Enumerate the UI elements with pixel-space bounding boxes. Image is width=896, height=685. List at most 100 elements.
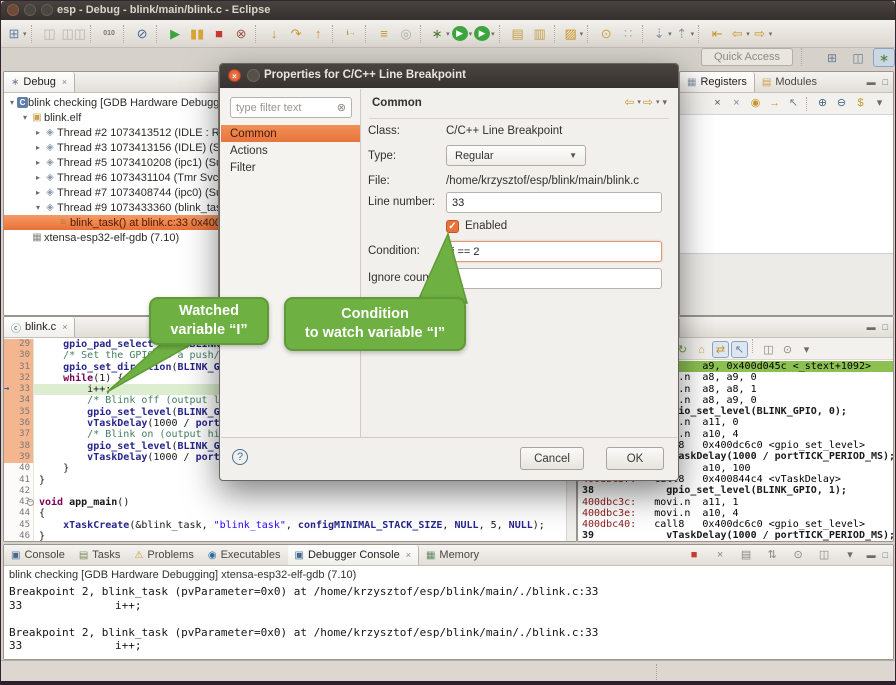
profile-button[interactable]: ◎: [396, 23, 416, 45]
debug-tree-item[interactable]: ▸◈Thread #7 1073408744 (ipc0) (Suspended…: [4, 185, 218, 200]
tree-expander-icon[interactable]: ▸: [33, 158, 43, 167]
run-button[interactable]: ▶▾: [452, 23, 473, 45]
cast-to-type-icon[interactable]: →: [766, 95, 783, 112]
remove-all-icon[interactable]: ×: [728, 95, 745, 112]
pin-view-icon[interactable]: ⊙: [779, 342, 796, 359]
debug-tree-item[interactable]: ▸◈Thread #3 1073413156 (IDLE) (Suspended…: [4, 140, 218, 155]
tree-expander-icon[interactable]: ▾: [20, 113, 30, 122]
line-number-field[interactable]: [446, 192, 662, 213]
code-line[interactable]: {: [34, 508, 566, 519]
add-register-group-icon[interactable]: ⊕: [814, 95, 831, 112]
back-button[interactable]: ⇦▾: [729, 23, 750, 45]
save-button[interactable]: ◫: [40, 23, 60, 45]
debug-tree-item[interactable]: ▾▣blink.elf: [4, 110, 218, 125]
mark-occurrences-button[interactable]: ▨▾: [563, 23, 584, 45]
debug-tree-item[interactable]: ≡blink_task() at blink.c:33 0x400dbc24: [4, 215, 218, 230]
forward-button[interactable]: ⇨▾: [752, 23, 773, 45]
view-menu-icon[interactable]: ▾: [798, 342, 815, 359]
fold-minus-icon[interactable]: −: [27, 499, 34, 506]
terminate-console-icon[interactable]: ■: [686, 547, 703, 564]
maximize-icon[interactable]: □: [883, 550, 888, 560]
number-format-icon[interactable]: $: [852, 95, 869, 112]
window-maximize-button[interactable]: [41, 4, 53, 16]
editor-gutter[interactable]: 39: [4, 452, 34, 463]
code-line[interactable]: }: [34, 531, 566, 541]
dialog-nav-common[interactable]: Common: [221, 125, 360, 142]
editor-gutter[interactable]: 30: [4, 350, 34, 361]
editor-gutter[interactable]: 41: [4, 475, 34, 486]
enabled-checkbox[interactable]: ✓: [446, 220, 459, 233]
follow-cursor-icon[interactable]: ↖: [731, 341, 748, 358]
editor-gutter[interactable]: 34: [4, 395, 34, 406]
debug-tree-item[interactable]: ▸◈Thread #6 1073431104 (Tmr Svc) (Suspen…: [4, 170, 218, 185]
tree-expander-icon[interactable]: ▸: [33, 173, 43, 182]
dialog-nav-filter[interactable]: Filter: [221, 159, 360, 176]
debug-tree-item[interactable]: ▸◈Thread #5 1073410208 (ipc1) (Suspended…: [4, 155, 218, 170]
type-select[interactable]: Regular ▼: [446, 145, 586, 166]
tab-debug[interactable]: ∗ Debug ×: [4, 72, 75, 92]
dialog-close-button[interactable]: ×: [228, 69, 241, 82]
open-resource-button[interactable]: ▥: [530, 23, 550, 45]
window-close-button[interactable]: [7, 4, 19, 16]
tab-debugger-console[interactable]: ▣Debugger Console×: [288, 545, 419, 565]
tab-blink-c[interactable]: ⓒ blink.c ×: [4, 317, 75, 337]
tree-expander-icon[interactable]: ▸: [33, 143, 43, 152]
search-button[interactable]: ⊙: [596, 23, 616, 45]
help-icon[interactable]: ?: [232, 449, 248, 465]
editor-gutter[interactable]: 32: [4, 373, 34, 384]
minimize-icon[interactable]: ▬: [867, 550, 876, 560]
open-new-view-icon[interactable]: ◫: [760, 342, 777, 359]
scroll-lock-icon[interactable]: ⇅: [764, 547, 781, 564]
previous-annotation-button[interactable]: ⇡▾: [674, 23, 695, 45]
code-line[interactable]: void app_main(): [34, 497, 566, 508]
window-minimize-button[interactable]: [24, 4, 36, 16]
ignore-count-field[interactable]: [446, 268, 662, 289]
filter-input[interactable]: type filter text ⊗: [230, 97, 352, 118]
next-annotation-button[interactable]: ⇣▾: [651, 23, 672, 45]
editor-gutter[interactable]: 40: [4, 463, 34, 474]
debug-perspective-button[interactable]: ∗: [873, 48, 895, 67]
tree-expander-icon[interactable]: ▾: [33, 203, 43, 212]
remove-register-group-icon[interactable]: ⊖: [833, 95, 850, 112]
tab-tasks[interactable]: ▤Tasks: [72, 545, 128, 565]
save-all-button[interactable]: ◫◫: [62, 23, 87, 45]
maximize-icon[interactable]: □: [883, 77, 888, 87]
external-tools-button[interactable]: ▶▾: [474, 23, 495, 45]
close-icon[interactable]: ×: [406, 550, 411, 560]
minimize-icon[interactable]: ▬: [867, 322, 876, 332]
debug-tree-item[interactable]: ▾Cblink checking [GDB Hardware Debugging…: [4, 95, 218, 110]
forward-arrow-icon[interactable]: ⇨: [643, 95, 653, 109]
step-return-button[interactable]: ↑: [308, 23, 328, 45]
instruction-stepping-button[interactable]: i→: [341, 23, 361, 45]
last-edit-location-button[interactable]: ⇤: [707, 23, 727, 45]
editor-gutter[interactable]: 38: [4, 441, 34, 452]
tab-modules[interactable]: ▤ Modules: [755, 72, 824, 92]
remove-selected-icon[interactable]: ×: [709, 95, 726, 112]
open-element-button[interactable]: ▤: [508, 23, 528, 45]
close-icon[interactable]: ×: [62, 322, 67, 332]
condition-field[interactable]: [446, 241, 662, 262]
editor-gutter[interactable]: 36: [4, 418, 34, 429]
show-type-names-icon[interactable]: ◉: [747, 95, 764, 112]
view-menu-icon[interactable]: ▾: [662, 97, 667, 108]
close-icon[interactable]: ×: [62, 77, 67, 87]
step-into-button[interactable]: ↓: [264, 23, 284, 45]
editor-gutter[interactable]: 44: [4, 508, 34, 519]
editor-gutter[interactable]: 45: [4, 520, 34, 531]
code-line[interactable]: xTaskCreate(&blink_task, "blink_task", c…: [34, 520, 566, 531]
back-arrow-icon[interactable]: ⇦: [624, 95, 634, 109]
tree-expander-icon[interactable]: ▾: [7, 98, 17, 107]
dialog-minimize-button[interactable]: [247, 69, 260, 82]
clear-console-icon[interactable]: ▤: [738, 547, 755, 564]
editor-gutter[interactable]: 43−: [4, 497, 34, 508]
home-icon[interactable]: ⌂: [693, 342, 710, 359]
editor-gutter[interactable]: 35: [4, 407, 34, 418]
coverage-dots-button[interactable]: ∷: [618, 23, 638, 45]
tab-executables[interactable]: ◉Executables: [201, 545, 288, 565]
disconnect-button[interactable]: ⊗: [231, 23, 251, 45]
cpp-perspective-button[interactable]: ◫: [847, 48, 869, 67]
debug-tree-item[interactable]: ▦xtensa-esp32-elf-gdb (7.10): [4, 230, 218, 245]
quick-access-button[interactable]: Quick Access: [701, 48, 793, 66]
tree-expander-icon[interactable]: ▸: [33, 188, 43, 197]
tab-problems[interactable]: ⚠Problems: [127, 545, 200, 565]
